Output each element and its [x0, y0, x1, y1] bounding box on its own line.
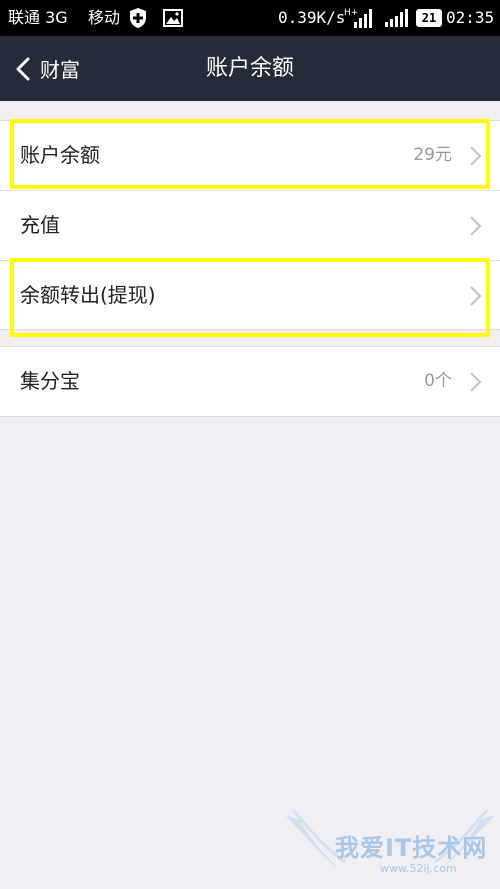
watermark: 我爱IT技术网 www.52ij.com [285, 810, 495, 885]
battery-icon: 21 [416, 9, 442, 27]
page-title: 账户余额 [205, 56, 294, 81]
points-group: 集分宝 0个 [0, 346, 500, 417]
row-withdraw[interactable]: 余额转出(提现) [0, 261, 500, 330]
carrier-label: 联通 3G [8, 8, 68, 27]
clock: 02:35 [446, 8, 495, 27]
image-icon [163, 9, 183, 27]
carrier-label-2: 移动 [88, 8, 121, 27]
points-value: 0个 [424, 371, 452, 391]
chevron-right-icon [470, 216, 482, 236]
row-recharge[interactable]: 充值 [0, 191, 500, 261]
chevron-right-icon [470, 286, 482, 306]
shield-icon [130, 8, 146, 28]
row-label: 充值 [20, 213, 60, 237]
network-type: H+ [344, 8, 358, 18]
network-speed: 0.39K/s [278, 8, 346, 27]
row-label: 集分宝 [20, 369, 80, 393]
row-label: 余额转出(提现) [20, 283, 156, 307]
row-label: 账户余额 [20, 143, 100, 167]
chevron-right-icon [470, 372, 482, 392]
row-jifenbao[interactable]: 集分宝 0个 [0, 347, 500, 416]
watermark-url: www.52ij.com [380, 862, 457, 875]
chevron-right-icon [470, 146, 482, 166]
watermark-text: 我爱IT技术网 [335, 834, 488, 862]
status-bar: 联通 3G 移动 0.39K/s H+ 21 02:35 [0, 0, 500, 36]
network-hplus-icon: H+ [344, 8, 372, 28]
row-account-balance[interactable]: 账户余额 29元 [0, 121, 500, 191]
nav-bar: 财富 账户余额 [0, 36, 500, 101]
balance-options-group: 账户余额 29元 充值 余额转出(提现) [0, 120, 500, 330]
balance-value: 29元 [413, 145, 452, 165]
signal-icon [385, 9, 408, 27]
